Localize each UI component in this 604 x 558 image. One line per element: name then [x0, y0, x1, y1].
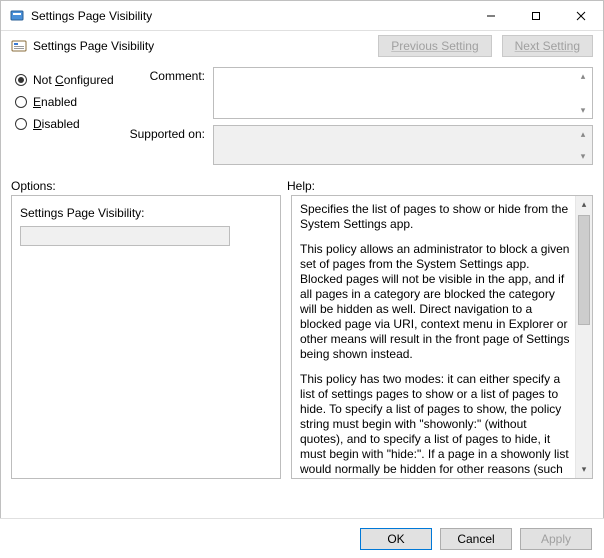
help-paragraph: Specifies the list of pages to show or h…: [300, 202, 570, 232]
scroll-down-icon: ▾: [576, 461, 592, 478]
pane-titles: Options: Help:: [1, 171, 603, 195]
scroll-down-icon: ▾: [575, 103, 591, 117]
options-title: Options:: [11, 179, 287, 193]
scroll-up-icon: ▴: [575, 127, 591, 141]
comment-label: Comment:: [125, 67, 213, 83]
close-button[interactable]: [558, 1, 603, 31]
app-icon: [9, 8, 25, 24]
next-setting-button[interactable]: Next Setting: [502, 35, 593, 57]
option-item-input[interactable]: [20, 226, 230, 246]
scroll-track[interactable]: [576, 213, 592, 461]
radio-icon: [15, 118, 27, 130]
help-title: Help:: [287, 179, 593, 193]
scroll-down-icon: ▾: [575, 149, 591, 163]
policy-icon: [11, 38, 27, 54]
window-title: Settings Page Visibility: [31, 9, 152, 23]
previous-setting-label: Previous Setting: [391, 39, 478, 53]
titlebar: Settings Page Visibility: [1, 1, 603, 31]
radio-icon: [15, 96, 27, 108]
scroll-up-icon: ▴: [576, 196, 592, 213]
comment-textarea[interactable]: ▴ ▾: [213, 67, 593, 119]
header-strip: Settings Page Visibility Previous Settin…: [1, 31, 603, 61]
scroll-thumb[interactable]: [578, 215, 590, 325]
scrollbar: ▴ ▾: [575, 127, 591, 163]
radio-enabled[interactable]: Enabled: [15, 91, 125, 113]
help-scrollbar[interactable]: ▴ ▾: [575, 196, 592, 478]
maximize-button[interactable]: [513, 1, 558, 31]
help-text: Specifies the list of pages to show or h…: [300, 202, 570, 479]
help-paragraph: This policy has two modes: it can either…: [300, 372, 570, 479]
options-pane: Settings Page Visibility:: [11, 195, 281, 479]
header-title: Settings Page Visibility: [33, 39, 154, 53]
minimize-button[interactable]: [468, 1, 513, 31]
state-radio-group: Not Configured Enabled Disabled: [15, 67, 125, 171]
panes: Settings Page Visibility: Specifies the …: [1, 195, 603, 485]
dialog-footer: OK Cancel Apply: [0, 518, 604, 558]
help-pane: Specifies the list of pages to show or h…: [291, 195, 593, 479]
ok-button[interactable]: OK: [360, 528, 432, 550]
scroll-up-icon: ▴: [575, 69, 591, 83]
radio-not-configured[interactable]: Not Configured: [15, 69, 125, 91]
apply-button[interactable]: Apply: [520, 528, 592, 550]
next-setting-label: Next Setting: [515, 39, 580, 53]
help-paragraph: This policy allows an administrator to b…: [300, 242, 570, 362]
supported-on-textarea: ▴ ▾: [213, 125, 593, 165]
scrollbar[interactable]: ▴ ▾: [575, 69, 591, 117]
previous-setting-button[interactable]: Previous Setting: [378, 35, 491, 57]
cancel-button[interactable]: Cancel: [440, 528, 512, 550]
radio-icon: [15, 74, 27, 86]
radio-disabled[interactable]: Disabled: [15, 113, 125, 135]
option-item-label: Settings Page Visibility:: [20, 206, 272, 220]
config-area: Not Configured Enabled Disabled Comment:…: [1, 61, 603, 171]
supported-on-label: Supported on:: [125, 125, 213, 141]
